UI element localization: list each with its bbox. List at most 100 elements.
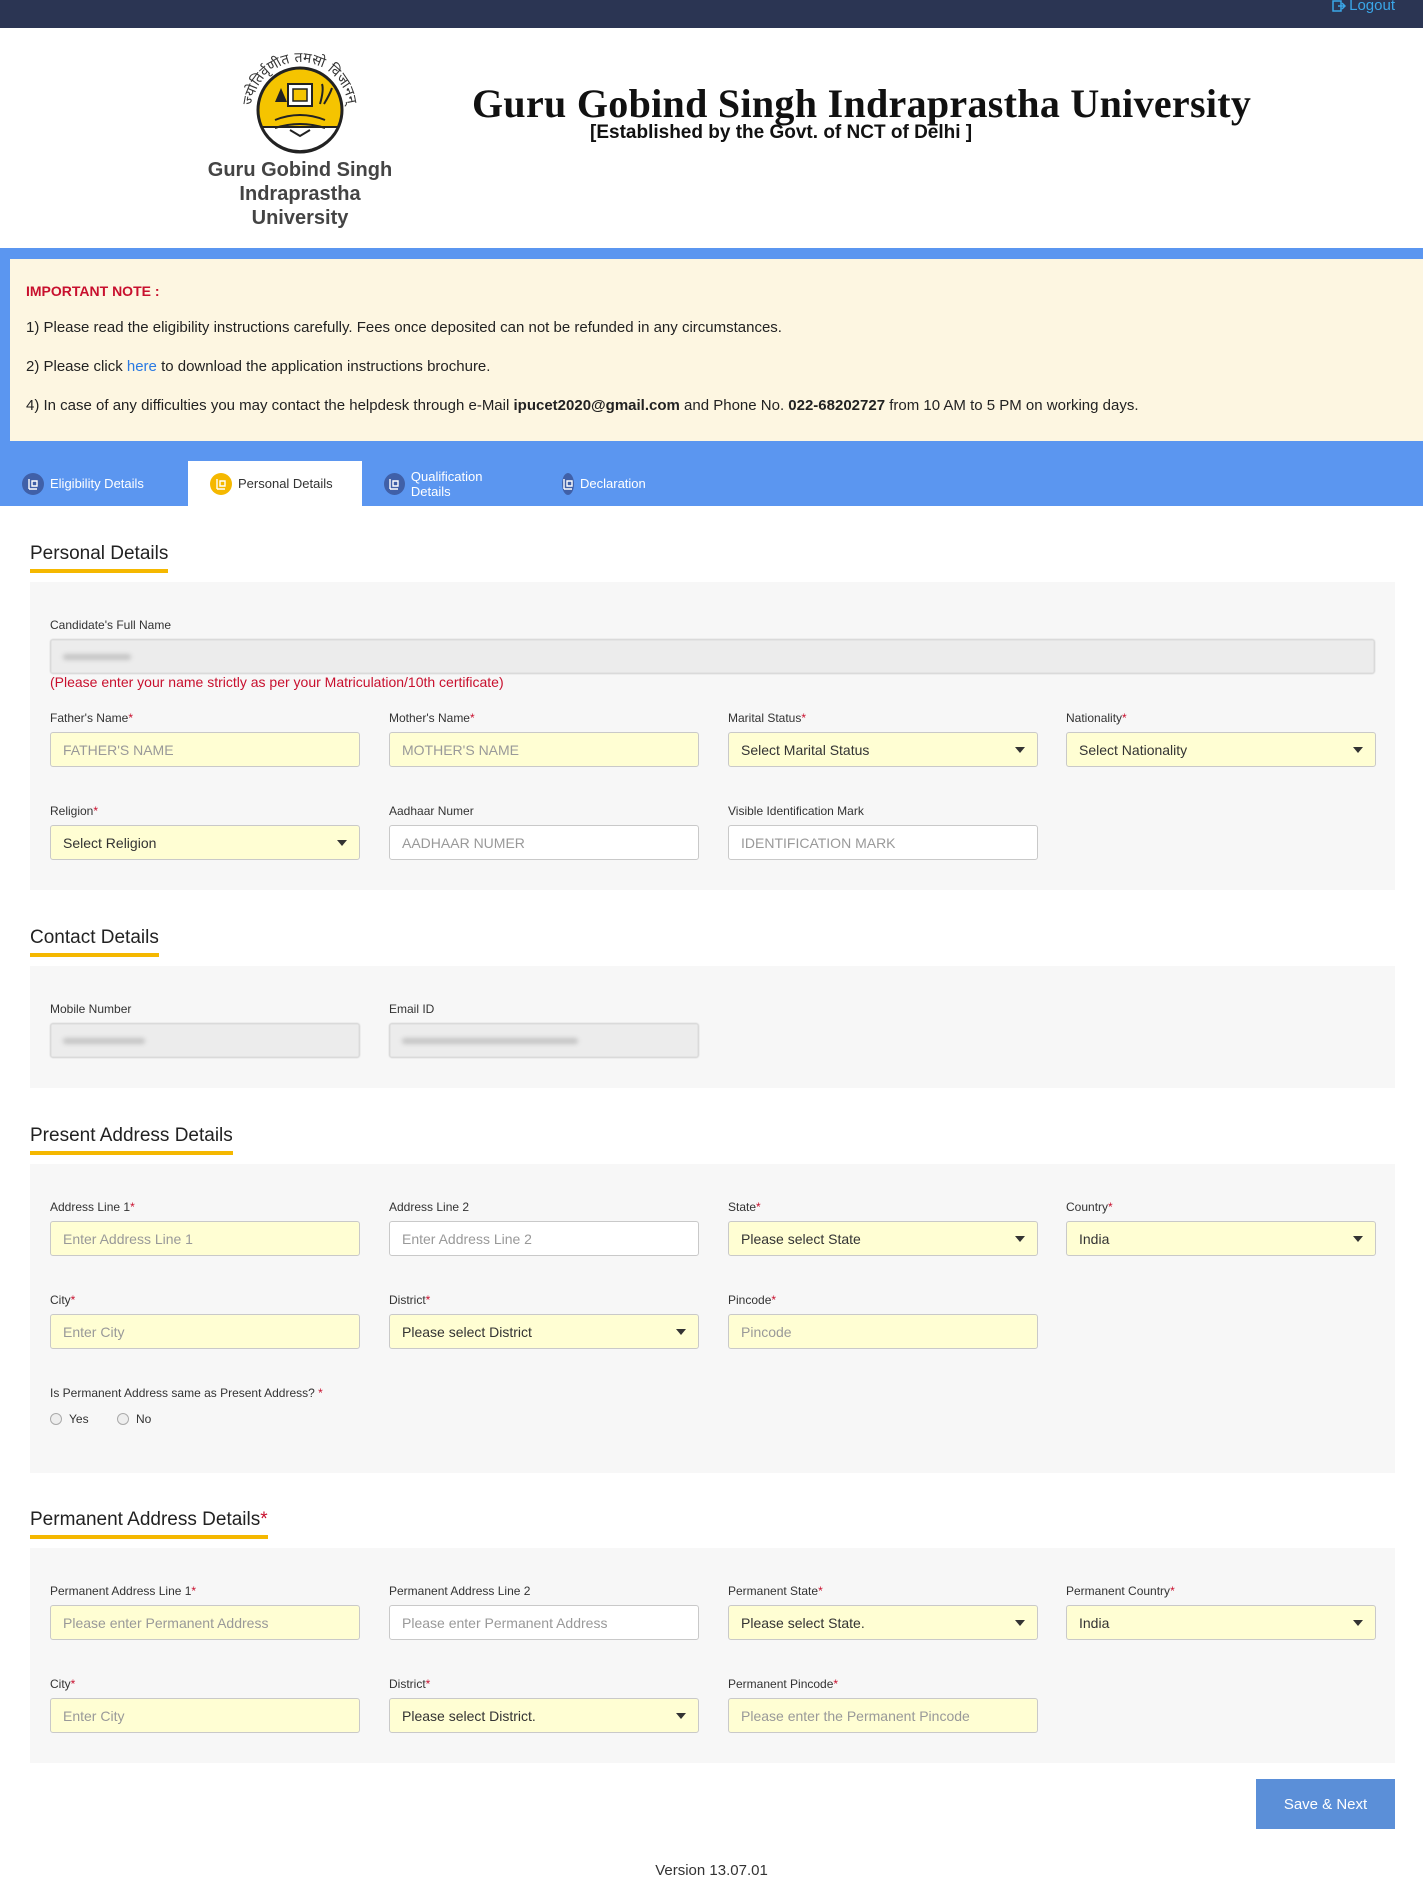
state-select[interactable]: Please select State bbox=[728, 1221, 1038, 1256]
permanent-pincode-input[interactable] bbox=[728, 1698, 1038, 1733]
marital-status-select[interactable]: Select Marital Status bbox=[728, 732, 1038, 767]
tab-label: Qualification Details bbox=[410, 468, 483, 499]
save-next-button[interactable]: Save & Next bbox=[1256, 1779, 1395, 1829]
city-input[interactable] bbox=[50, 1314, 360, 1349]
permanent-state-value: Please select State. bbox=[741, 1614, 865, 1631]
tab-personal-details[interactable]: Personal Details bbox=[188, 461, 362, 506]
mobile-number-redacted bbox=[63, 1024, 347, 1057]
university-logo: ज्योतिर्वृणीत तमसो विजानन् Guru Gobind S… bbox=[200, 32, 400, 229]
present-address-panel: Address Line 1* Address Line 2 State* Pl… bbox=[30, 1164, 1395, 1473]
same-address-question: Is Permanent Address same as Present Add… bbox=[50, 1386, 323, 1400]
radio-no-label: No bbox=[136, 1412, 152, 1426]
form-step-icon bbox=[562, 472, 574, 495]
pincode-input[interactable] bbox=[728, 1314, 1038, 1349]
personal-details-panel: Candidate's Full Name (Please enter your… bbox=[30, 582, 1395, 890]
nationality-label: Nationality* bbox=[1066, 711, 1127, 725]
permanent-address-line1-label: Permanent Address Line 1* bbox=[50, 1584, 197, 1598]
permanent-city-input[interactable] bbox=[50, 1698, 360, 1733]
note-line-4-mid: and Phone No. bbox=[679, 397, 789, 414]
permanent-district-value: Please select District. bbox=[402, 1707, 536, 1724]
district-select[interactable]: Please select District bbox=[389, 1314, 699, 1349]
religion-select[interactable]: Select Religion bbox=[50, 825, 360, 860]
permanent-address-panel: Permanent Address Line 1* Permanent Addr… bbox=[30, 1548, 1395, 1763]
address-line1-input[interactable] bbox=[50, 1221, 360, 1256]
note-line-1-text: 1) Please read the eligibility instructi… bbox=[26, 319, 782, 336]
step-tabs: Eligibility Details Personal Details Qua… bbox=[0, 461, 660, 506]
permanent-state-label: Permanent State* bbox=[728, 1584, 823, 1598]
nationality-select[interactable]: Select Nationality bbox=[1066, 732, 1376, 767]
mother-name-input[interactable] bbox=[389, 732, 699, 767]
note-line-4: 4) In case of any difficulties you may c… bbox=[26, 397, 1407, 414]
logout-label: Logout bbox=[1349, 0, 1395, 14]
email-id-redacted bbox=[402, 1024, 686, 1057]
contact-details-panel: Mobile Number Email ID bbox=[30, 966, 1395, 1088]
email-id-field[interactable] bbox=[389, 1023, 699, 1058]
permanent-country-label: Permanent Country* bbox=[1066, 1584, 1175, 1598]
country-value: India bbox=[1079, 1230, 1110, 1247]
permanent-address-line2-input[interactable] bbox=[389, 1605, 699, 1640]
permanent-district-label: District* bbox=[389, 1677, 431, 1691]
father-name-input[interactable] bbox=[50, 732, 360, 767]
logo-text-line3: University bbox=[251, 207, 349, 229]
email-id-label: Email ID bbox=[389, 1002, 435, 1016]
logout-icon bbox=[1332, 0, 1347, 12]
radio-circle-icon bbox=[117, 1413, 129, 1425]
form-step-icon bbox=[22, 472, 44, 495]
nationality-value: Select Nationality bbox=[1079, 741, 1188, 758]
helpdesk-email: ipucet2020@gmail.com bbox=[513, 397, 680, 414]
permanent-district-select[interactable]: Please select District. bbox=[389, 1698, 699, 1733]
logout-link[interactable]: Logout bbox=[1332, 0, 1395, 14]
caret-down-icon bbox=[1353, 1236, 1363, 1242]
aadhaar-input[interactable] bbox=[389, 825, 699, 860]
radio-yes-label: Yes bbox=[69, 1412, 89, 1426]
aadhaar-label: Aadhaar Numer bbox=[389, 804, 474, 818]
tab-eligibility-details[interactable]: Eligibility Details bbox=[0, 461, 188, 506]
address-line2-input[interactable] bbox=[389, 1221, 699, 1256]
tab-qualification-details[interactable]: Qualification Details bbox=[362, 461, 540, 506]
city-label: City* bbox=[50, 1293, 76, 1307]
caret-down-icon bbox=[1015, 1620, 1025, 1626]
university-title: Guru Gobind Singh Indraprastha Universit… bbox=[472, 81, 1252, 126]
permanent-pincode-label: Permanent Pincode* bbox=[728, 1677, 839, 1691]
brochure-link[interactable]: here bbox=[127, 358, 157, 375]
mobile-number-field[interactable] bbox=[50, 1023, 360, 1058]
radio-circle-icon bbox=[50, 1413, 62, 1425]
country-select[interactable]: India bbox=[1066, 1221, 1376, 1256]
full-name-error: (Please enter your name strictly as per … bbox=[50, 674, 504, 690]
present-address-heading: Present Address Details bbox=[30, 1125, 233, 1155]
mother-name-label: Mother's Name* bbox=[389, 711, 475, 725]
personal-details-heading: Personal Details bbox=[30, 543, 169, 573]
top-bar: Logout bbox=[0, 0, 1423, 28]
logo-text-line1: Guru Gobind Singh bbox=[207, 159, 393, 181]
tab-label: Personal Details bbox=[238, 476, 333, 491]
caret-down-icon bbox=[1015, 1236, 1025, 1242]
university-subtitle: [Established by the Govt. of NCT of Delh… bbox=[590, 122, 973, 143]
note-line-2-pre: 2) Please click bbox=[26, 358, 127, 375]
religion-value: Select Religion bbox=[63, 834, 157, 851]
note-line-1: 1) Please read the eligibility instructi… bbox=[26, 319, 1407, 336]
permanent-city-label: City* bbox=[50, 1677, 76, 1691]
country-label: Country* bbox=[1066, 1200, 1113, 1214]
version-label: Version 13.07.01 bbox=[655, 1862, 768, 1879]
note-line-4-post: from 10 AM to 5 PM on working days. bbox=[885, 397, 1139, 414]
state-value: Please select State bbox=[741, 1230, 861, 1247]
pincode-label: Pincode* bbox=[728, 1293, 777, 1307]
state-label: State* bbox=[728, 1200, 761, 1214]
form-step-icon bbox=[384, 472, 405, 495]
mobile-number-label: Mobile Number bbox=[50, 1002, 132, 1016]
helpdesk-phone: 022-68202727 bbox=[788, 397, 886, 414]
permanent-state-select[interactable]: Please select State. bbox=[728, 1605, 1038, 1640]
note-title: IMPORTANT NOTE : bbox=[26, 283, 160, 299]
same-address-no-radio[interactable]: No bbox=[117, 1412, 151, 1426]
full-name-value-redacted bbox=[63, 640, 143, 673]
same-address-yes-radio[interactable]: Yes bbox=[50, 1412, 89, 1426]
address-line1-label: Address Line 1* bbox=[50, 1200, 135, 1214]
full-name-field[interactable] bbox=[50, 639, 1375, 674]
tab-declaration[interactable]: Declaration bbox=[540, 461, 660, 506]
note-line-2-post: to download the application instructions… bbox=[156, 358, 491, 375]
full-name-label: Candidate's Full Name bbox=[50, 618, 172, 632]
tab-label: Declaration bbox=[580, 476, 646, 491]
permanent-address-line1-input[interactable] bbox=[50, 1605, 360, 1640]
permanent-country-select[interactable]: India bbox=[1066, 1605, 1376, 1640]
identification-mark-input[interactable] bbox=[728, 825, 1038, 860]
